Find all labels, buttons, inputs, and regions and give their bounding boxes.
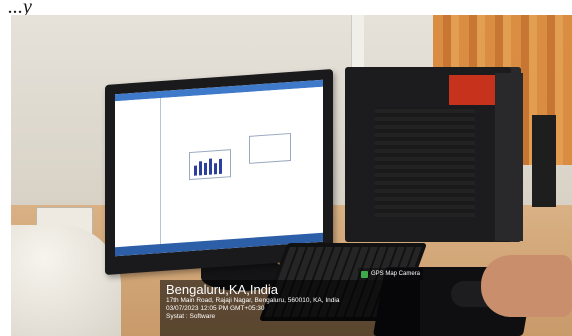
chart-bar [199,161,202,176]
bar-chart-thumbnail [189,149,231,181]
chart-bar [214,163,217,175]
location-note: Systat : Software [166,313,216,320]
tower-grille [375,107,475,217]
output-panel [161,86,323,245]
computer-tower [345,67,523,242]
brand-logo: ...y [8,0,32,18]
location-address: 17th Main Road, Rajaji Nagar, Bengaluru,… [166,297,340,304]
tower-front-panel [495,73,523,241]
chart-bar [204,162,207,176]
location-datetime: 03/07/2023 12:05 PM GMT+05:30 [166,305,265,312]
scatter-chart-thumbnail [249,132,291,164]
gps-map-camera-icon [361,270,368,278]
monitor-screen [115,79,323,257]
tower-badge [449,75,499,105]
gps-camera-label: GPS Map Camera [371,271,421,277]
hand [481,255,572,317]
speaker [532,115,556,207]
location-overlay: Bengaluru,KA,India 17th Main Road, Rajaj… [160,280,420,336]
gps-camera-tag: GPS Map Camera [358,268,424,280]
chart-bar [219,158,222,174]
navigation-panel [115,98,161,248]
location-city: Bengaluru,KA,India [166,282,279,297]
chart-bar [194,165,197,176]
chart-bar [209,158,212,175]
